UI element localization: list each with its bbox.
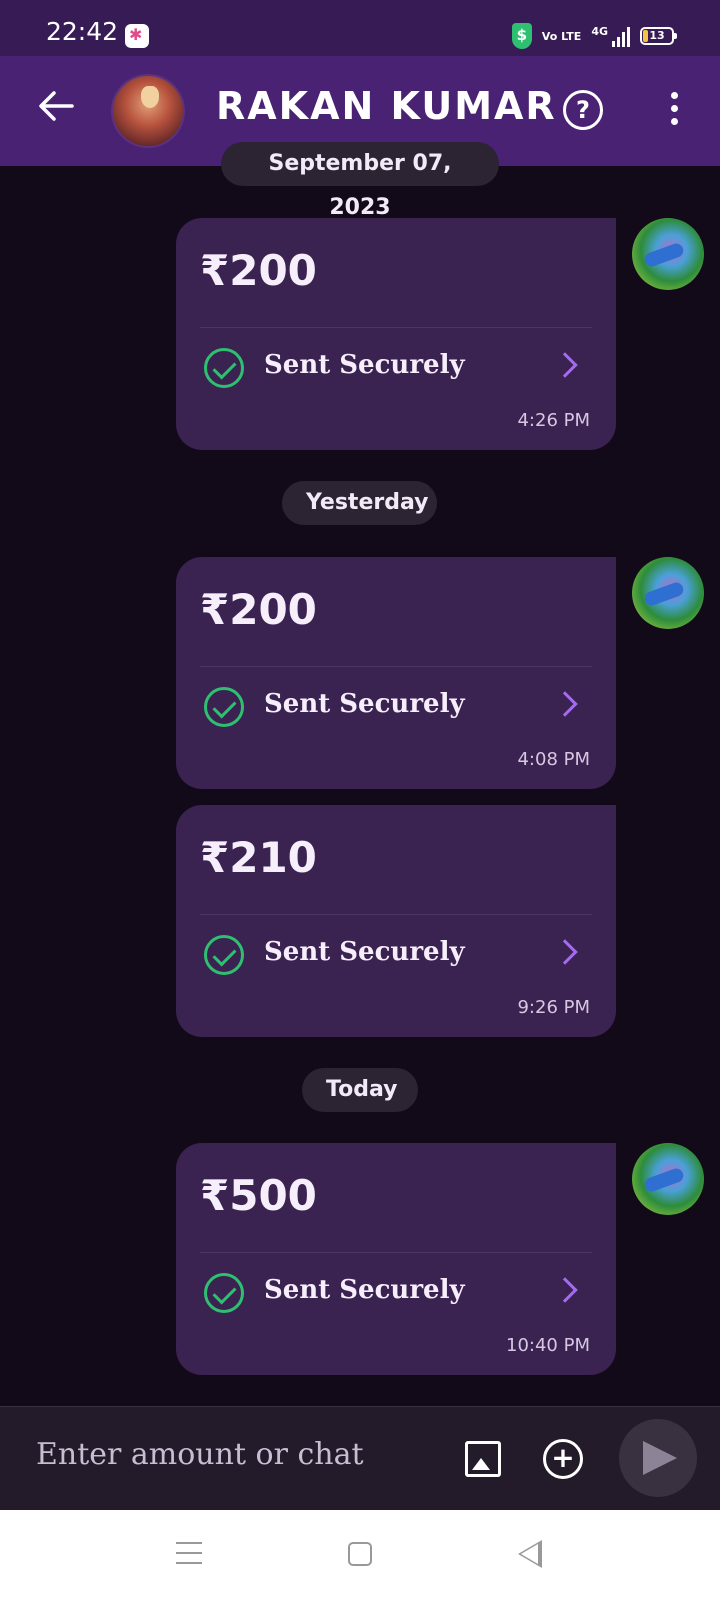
contact-avatar[interactable] [111, 74, 185, 148]
payment-amount: ₹200 [200, 585, 317, 634]
divider [200, 666, 592, 667]
check-circle-icon [204, 935, 244, 975]
chevron-right-icon[interactable] [552, 939, 578, 965]
volte-indicator: Vo LTE [541, 29, 582, 43]
clock: 22:42 [46, 17, 119, 46]
status-icons: $ Vo LTE 4G 13 [511, 22, 677, 50]
payment-shield-icon: $ [511, 23, 532, 49]
app-notification-icon: ✱ [125, 24, 149, 48]
check-circle-icon [204, 1273, 244, 1313]
back-arrow-icon[interactable] [36, 86, 76, 126]
payment-status: Sent Securely [264, 689, 465, 719]
payment-card[interactable]: ₹200 Sent Securely 4:26 PM [176, 218, 616, 450]
signal-icon: 4G [591, 25, 630, 47]
divider [200, 1252, 592, 1253]
payment-amount: ₹210 [200, 833, 317, 882]
contact-name[interactable]: RAKAN KUMAR [216, 84, 557, 128]
date-pill: Yesterday [282, 481, 437, 525]
date-pill: September 07, 2023 [221, 142, 499, 220]
divider [200, 914, 592, 915]
network-type: 4G [591, 25, 608, 38]
battery-icon: 13 [640, 27, 677, 45]
user-avatar [632, 218, 704, 290]
user-avatar [632, 1143, 704, 1215]
system-nav-bar [0, 1510, 720, 1600]
payment-card[interactable]: ₹210 Sent Securely 9:26 PM [176, 805, 616, 1037]
payment-card[interactable]: ₹200 Sent Securely 4:08 PM [176, 557, 616, 789]
payment-amount: ₹500 [200, 1171, 317, 1220]
message-time: 4:26 PM [517, 410, 590, 431]
message-time: 9:26 PM [517, 997, 590, 1018]
amount-chat-input[interactable]: Enter amount or chat [36, 1437, 364, 1472]
chat-input-bar: Enter amount or chat + [0, 1406, 720, 1510]
chevron-right-icon[interactable] [552, 352, 578, 378]
more-options-icon[interactable] [664, 92, 684, 132]
message-time: 10:40 PM [506, 1335, 590, 1356]
recents-menu-icon[interactable] [176, 1542, 202, 1564]
chevron-right-icon[interactable] [552, 1277, 578, 1303]
payment-status: Sent Securely [264, 350, 465, 380]
payment-status: Sent Securely [264, 937, 465, 967]
user-avatar [632, 557, 704, 629]
help-icon[interactable]: ? [563, 90, 603, 130]
message-time: 4:08 PM [517, 749, 590, 770]
add-icon[interactable]: + [543, 1439, 583, 1479]
chevron-right-icon[interactable] [552, 691, 578, 717]
send-button[interactable] [619, 1419, 697, 1497]
nav-back-icon[interactable] [518, 1540, 542, 1568]
date-pill: Today [302, 1068, 418, 1112]
divider [200, 327, 592, 328]
status-bar: 22:42 ✱ $ Vo LTE 4G 13 [0, 0, 720, 56]
payment-amount: ₹200 [200, 246, 317, 295]
payment-card[interactable]: ₹500 Sent Securely 10:40 PM [176, 1143, 616, 1375]
image-icon[interactable] [465, 1441, 501, 1477]
home-icon[interactable] [348, 1542, 372, 1566]
check-circle-icon [204, 348, 244, 388]
check-circle-icon [204, 687, 244, 727]
payment-status: Sent Securely [264, 1275, 465, 1305]
